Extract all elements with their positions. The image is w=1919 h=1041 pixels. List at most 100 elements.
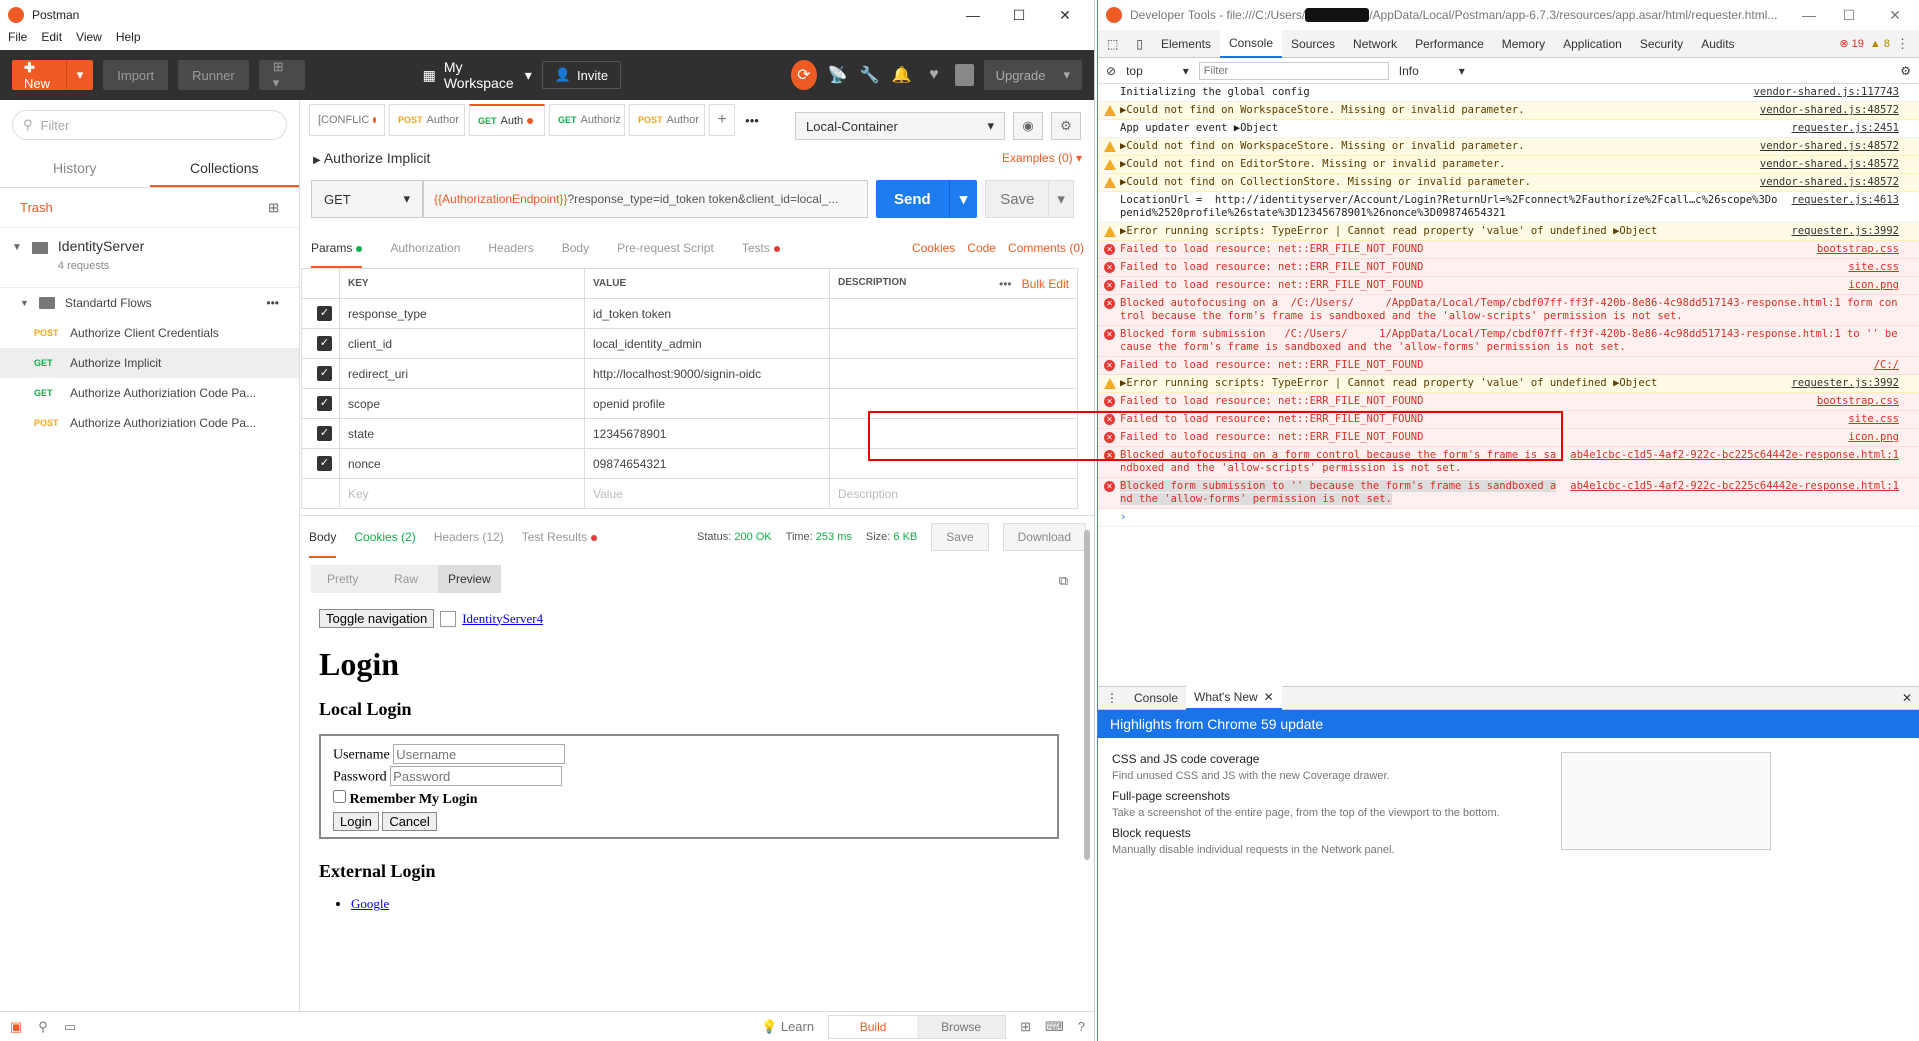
new-button[interactable]: ✚ New ▾ — [12, 60, 94, 91]
whats-new-item[interactable]: CSS and JS code coverage Find unused CSS… — [1112, 752, 1390, 782]
save-button[interactable]: Save ▾ — [985, 180, 1074, 218]
wrench-icon[interactable]: 🔧 — [859, 65, 881, 85]
layout-icon[interactable]: ⊞ — [1020, 1019, 1031, 1035]
tab-collections[interactable]: Collections — [149, 150, 299, 187]
console-filter-input[interactable] — [1198, 61, 1389, 80]
runner-button[interactable]: Runner — [178, 60, 249, 90]
collection-identityserver[interactable]: ▼ IdentityServer 4 requests — [0, 228, 299, 288]
console-row[interactable]: ▶Error running scripts: TypeError | Cann… — [1098, 375, 1919, 393]
maximize-button[interactable]: ☐ — [996, 0, 1042, 30]
source-link[interactable]: ab4e1cbc-c1d5-4af2-922c-bc225c64442e-res… — [1570, 480, 1899, 493]
more-vertical-icon[interactable]: ⋮ — [1896, 36, 1909, 52]
console-row[interactable]: ▶Could not find on CollectionStore. Miss… — [1098, 174, 1919, 192]
remember-checkbox[interactable] — [333, 790, 346, 803]
scrollbar[interactable] — [1084, 530, 1090, 860]
cookies-link[interactable]: Cookies — [912, 241, 955, 255]
download-button[interactable]: Download — [1002, 522, 1086, 551]
clear-console-icon[interactable]: ⊘ — [1106, 64, 1116, 78]
open-new-button[interactable]: ⊞ ▾ — [258, 59, 305, 90]
new-dropdown-icon[interactable]: ▾ — [65, 60, 94, 90]
console-row[interactable]: ✕ Blocked form submission to '' because t… — [1098, 478, 1919, 509]
tab-response-headers[interactable]: Headers (12) — [434, 530, 504, 544]
console-prompt[interactable]: › — [1098, 509, 1919, 527]
close-drawer-icon[interactable]: ✕ — [1894, 686, 1919, 710]
menu-help[interactable]: Help — [116, 30, 141, 50]
close-button[interactable]: ✕ — [1872, 0, 1918, 30]
request-tab[interactable]: POST Author — [389, 104, 465, 136]
close-button[interactable]: ✕ — [1042, 0, 1088, 30]
gear-icon[interactable]: ⚙ — [1051, 112, 1081, 140]
source-link[interactable]: /C:/ — [1874, 359, 1899, 372]
drawer-menu-icon[interactable]: ⋮ — [1098, 686, 1126, 710]
source-link[interactable]: icon.png — [1848, 431, 1899, 444]
tab-headers[interactable]: Headers — [488, 241, 533, 255]
source-link[interactable]: requester.js:4613 — [1792, 194, 1899, 207]
checkbox[interactable]: ✓ — [317, 426, 332, 441]
tab-response-body[interactable]: Body — [309, 516, 337, 558]
minimize-button[interactable]: — — [950, 0, 996, 30]
source-link[interactable]: requester.js:3992 — [1792, 377, 1899, 390]
tab-authorization[interactable]: Authorization — [390, 241, 460, 255]
source-link[interactable]: vendor-shared.js:48572 — [1760, 176, 1899, 189]
tab-history[interactable]: History — [0, 150, 150, 187]
request-tab[interactable]: [CONFLIC — [309, 104, 385, 136]
learn-link[interactable]: 💡 Learn — [761, 1019, 814, 1035]
eye-icon[interactable]: ◉ — [1013, 112, 1043, 140]
console-row[interactable]: ✕ Failed to load resource: net::ERR_FILE_… — [1098, 393, 1919, 411]
chevron-down-icon[interactable]: ▾ — [948, 180, 978, 218]
drawer-tab-console[interactable]: Console — [1126, 686, 1186, 710]
sidebar-request[interactable]: POST Authorize Authoriziation Code Pa... — [0, 408, 299, 438]
brand-link[interactable]: IdentityServer4 — [462, 611, 543, 627]
source-link[interactable]: requester.js:2451 — [1792, 122, 1899, 135]
more-icon[interactable]: ••• — [999, 277, 1012, 291]
menu-file[interactable]: File — [8, 30, 27, 50]
tab-sources[interactable]: Sources — [1282, 30, 1344, 58]
drawer-tab-whatsnew[interactable]: What's New ✕ — [1186, 686, 1282, 710]
whats-new-item[interactable]: Full-page screenshots Take a screenshot … — [1112, 789, 1500, 819]
source-link[interactable]: vendor-shared.js:48572 — [1760, 140, 1899, 153]
import-button[interactable]: Import — [103, 60, 169, 90]
login-button[interactable]: Login — [333, 812, 379, 831]
tab-console[interactable]: Console — [1219, 29, 1283, 58]
folder-standard-flows[interactable]: ▼ Standartd Flows ••• — [0, 288, 299, 318]
console-icon[interactable]: ▭ — [64, 1019, 76, 1035]
url-input[interactable]: {{AuthorizationEndpoint}} ?response_type=… — [423, 180, 868, 218]
upgrade-button[interactable]: Upgrade ▾ — [983, 60, 1082, 90]
tab-prerequest[interactable]: Pre-request Script — [617, 241, 714, 255]
heart-icon[interactable]: ♥ — [923, 66, 945, 84]
console-row[interactable]: ▶Could not find on WorkspaceStore. Missi… — [1098, 138, 1919, 156]
view-pretty[interactable]: Pretty — [311, 565, 374, 593]
keyboard-icon[interactable]: ⌨ — [1045, 1019, 1064, 1035]
tab-audits[interactable]: Audits — [1692, 30, 1743, 58]
workspace-switcher[interactable]: ▦ My Workspace ▾ — [423, 59, 532, 91]
sidebar-filter[interactable]: ⚲ Filter — [12, 110, 287, 140]
tab-network[interactable]: Network — [1344, 30, 1406, 58]
menu-view[interactable]: View — [76, 30, 102, 50]
request-tab[interactable]: GET Authoriz — [549, 104, 625, 136]
source-link[interactable]: vendor-shared.js:48572 — [1760, 104, 1899, 117]
source-link[interactable]: requester.js:3992 — [1792, 225, 1899, 238]
build-mode[interactable]: Build — [829, 1016, 917, 1038]
tab-security[interactable]: Security — [1631, 30, 1692, 58]
caret-right-icon[interactable]: ▶ — [313, 155, 321, 166]
find-icon[interactable]: ⚲ — [38, 1019, 48, 1035]
method-select[interactable]: GET ▾ — [311, 180, 423, 218]
more-tabs-icon[interactable]: ••• — [739, 113, 765, 128]
satellite-icon[interactable]: 📡 — [827, 65, 849, 85]
maximize-button[interactable]: ☐ — [1826, 0, 1872, 30]
device-icon[interactable]: ▯ — [1127, 30, 1152, 58]
cancel-button[interactable]: Cancel — [382, 812, 437, 831]
source-link[interactable]: vendor-shared.js:48572 — [1760, 158, 1899, 171]
level-select[interactable]: Info ▾ — [1399, 64, 1465, 78]
checkbox[interactable]: ✓ — [317, 336, 332, 351]
checkbox[interactable]: ✓ — [317, 456, 332, 471]
new-collection-icon[interactable]: ⊞ — [268, 200, 279, 216]
source-link[interactable]: bootstrap.css — [1817, 395, 1899, 408]
close-icon[interactable]: ✕ — [1264, 690, 1274, 704]
whats-new-item[interactable]: Block requests Manually disable individu… — [1112, 826, 1395, 856]
bell-icon[interactable]: 🔔 — [891, 65, 913, 85]
context-select[interactable]: top ▾ — [1126, 64, 1189, 78]
sidebar-request[interactable]: GET Authorize Implicit — [0, 348, 299, 378]
avatar[interactable] — [954, 64, 974, 86]
console-row[interactable]: ✕ Failed to load resource: net::ERR_FILE_… — [1098, 259, 1919, 277]
